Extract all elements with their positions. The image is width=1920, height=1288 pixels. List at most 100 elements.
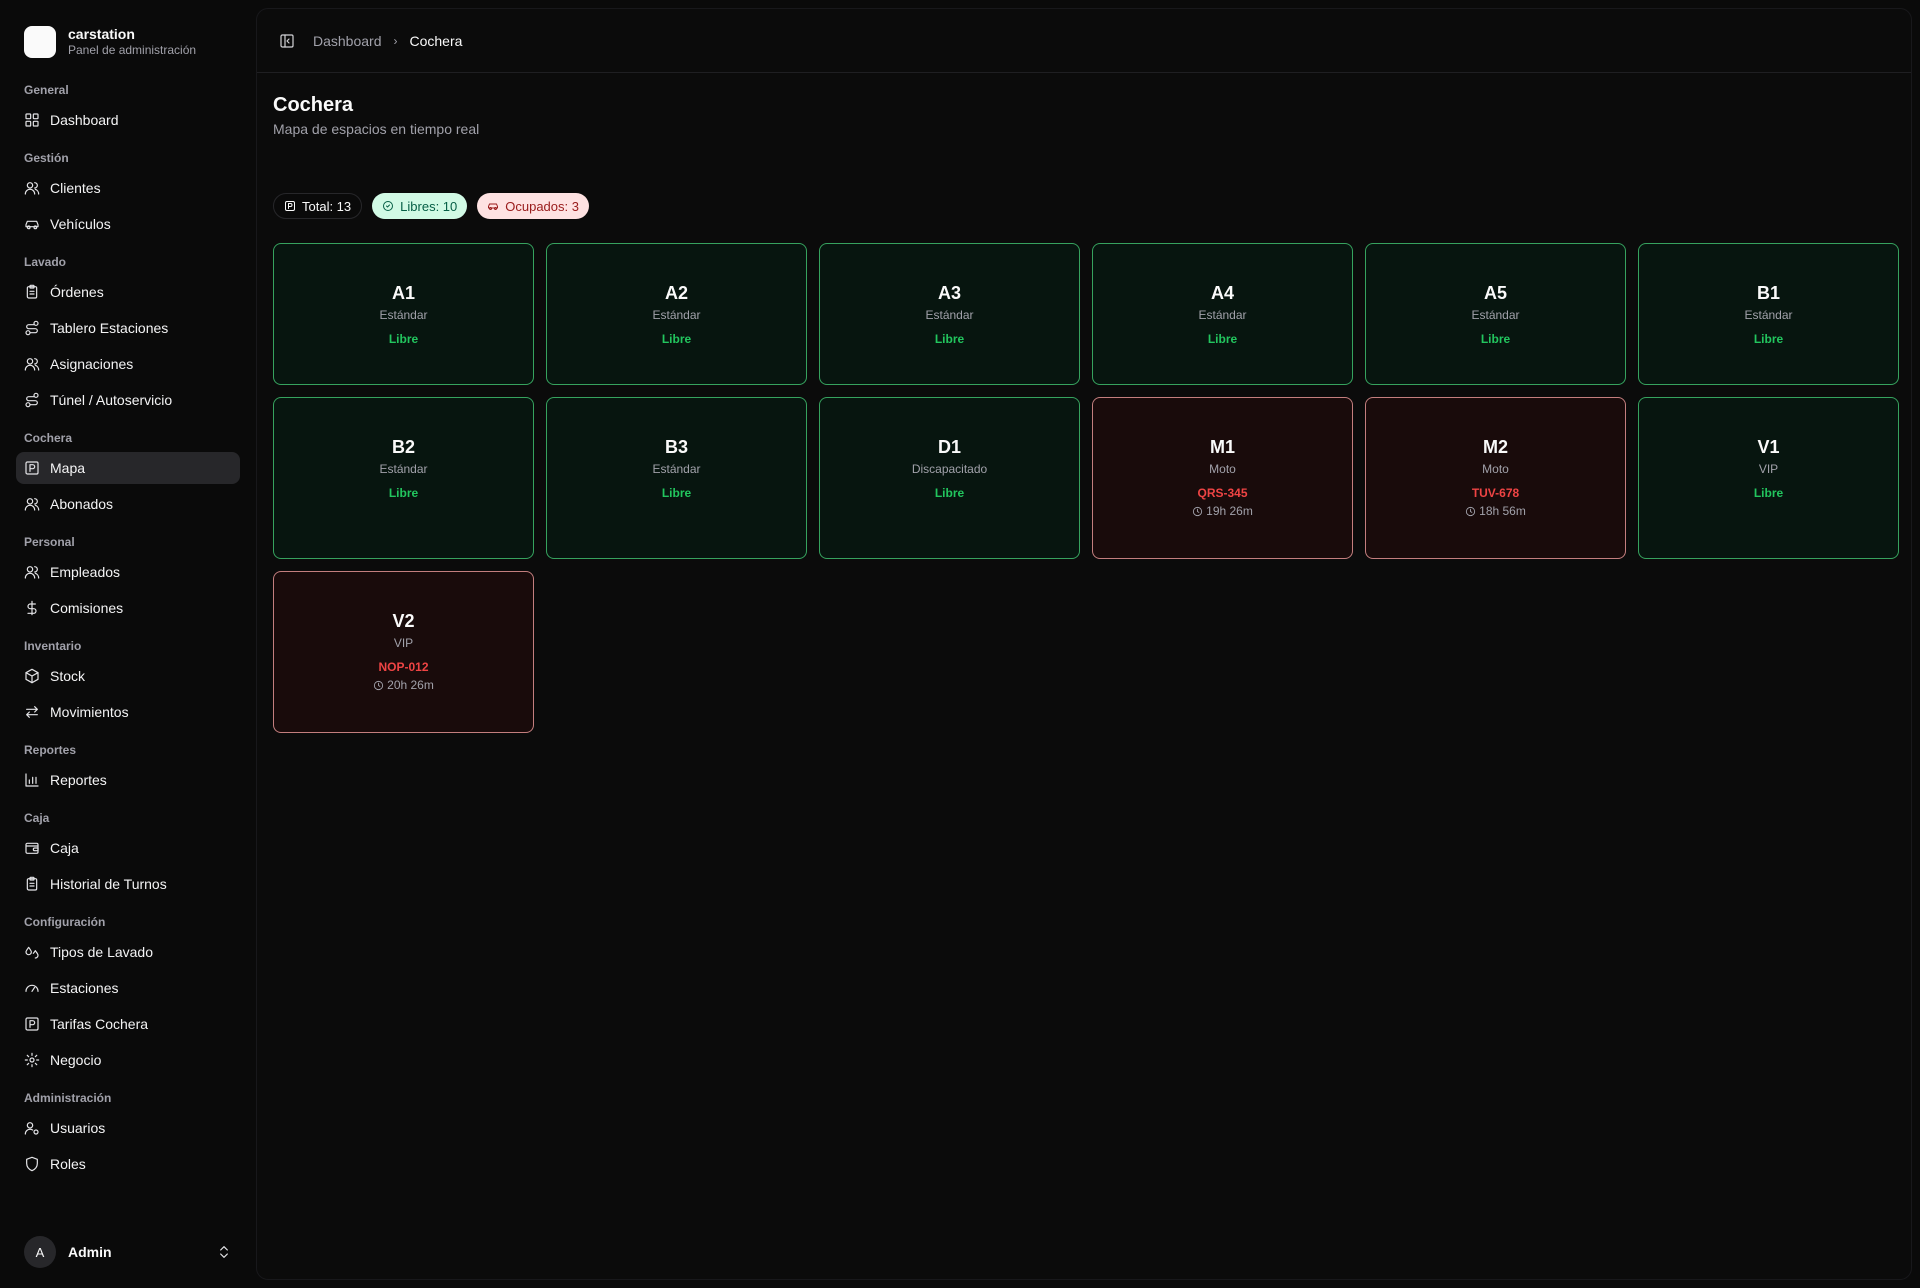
spot-plate: NOP-012 — [378, 660, 429, 674]
user-menu-button[interactable]: A Admin — [16, 1230, 240, 1274]
spot-plate: TUV-678 — [1471, 486, 1520, 500]
sidebar-item-label: Abonados — [50, 496, 114, 512]
total-badge: Total: 13 — [273, 193, 363, 219]
spot-type: Estándar — [1471, 308, 1520, 322]
chevrons-up-down-icon — [220, 1246, 228, 1258]
nav-label-lavado: Lavado — [24, 255, 67, 269]
sidebar-item-vehiculos[interactable]: Vehículos — [16, 208, 240, 240]
total-label: Total: 13 — [302, 198, 352, 214]
sidebar-item-caja[interactable]: Caja — [16, 832, 240, 864]
spot-code: B3 — [664, 437, 688, 457]
sidebar-item-tarifas-cochera[interactable]: Tarifas Cochera — [16, 1008, 240, 1040]
sidebar-item-tunel[interactable]: Túnel / Autoservicio — [16, 384, 240, 416]
sidebar-item-mapa[interactable]: Mapa — [16, 452, 240, 484]
occupied-badge: Ocupados: 3 — [477, 193, 589, 219]
sidebar-item-stock[interactable]: Stock — [16, 660, 240, 692]
spot-code: B1 — [1756, 283, 1780, 303]
sidebar-item-estaciones[interactable]: Estaciones — [16, 972, 240, 1004]
parking-spot-b3[interactable]: B3 Estándar Libre — [546, 397, 807, 559]
spot-plate: QRS-345 — [1197, 486, 1248, 500]
sidebar-item-reportes[interactable]: Reportes — [16, 764, 240, 796]
spot-status: Libre — [934, 486, 965, 500]
parking-grid: A1 Estándar Libre A2 Estándar Libre A3 E… — [273, 243, 1899, 733]
nav-group-inventario: Inventario Stock Movimientos — [16, 634, 240, 728]
nav-label-configuracion: Configuración — [24, 915, 106, 929]
page-content: Cochera Mapa de espacios en tiempo real … — [257, 73, 1911, 749]
spot-elapsed: 18h 56m — [1465, 504, 1526, 518]
parking-spot-a4[interactable]: A4 Estándar Libre — [1092, 243, 1353, 385]
parking-spot-d1[interactable]: D1 Discapacitado Libre — [819, 397, 1080, 559]
sidebar-item-abonados[interactable]: Abonados — [16, 488, 240, 520]
spot-status: Libre — [1480, 332, 1511, 346]
sidebar-item-ordenes[interactable]: Órdenes — [16, 276, 240, 308]
sidebar-item-roles[interactable]: Roles — [16, 1148, 240, 1180]
brand-logo — [24, 26, 56, 58]
elapsed-time: 19h 26m — [1206, 504, 1253, 518]
car-icon — [25, 220, 39, 230]
sidebar-item-clientes[interactable]: Clientes — [16, 172, 240, 204]
nav-label-reportes: Reportes — [24, 743, 77, 757]
elapsed-time: 18h 56m — [1479, 504, 1526, 518]
parking-spot-v2[interactable]: V2 VIP NOP-012 20h 26m — [273, 571, 534, 733]
spot-type: Estándar — [925, 308, 974, 322]
occupied-label: Ocupados: 3 — [505, 198, 579, 214]
sidebar-item-label: Tipos de Lavado — [50, 944, 153, 960]
parking-spot-a3[interactable]: A3 Estándar Libre — [819, 243, 1080, 385]
parking-spot-m2[interactable]: M2 Moto TUV-678 18h 56m — [1365, 397, 1626, 559]
nav-group-lavado: Lavado Órdenes Tablero Estaciones Asigna… — [16, 250, 240, 416]
sidebar-item-usuarios[interactable]: Usuarios — [16, 1112, 240, 1144]
spot-status: Libre — [388, 332, 419, 346]
spot-status: Libre — [934, 332, 965, 346]
arrows-exchange-icon — [26, 706, 38, 718]
nav-group-gestion: Gestión Clientes Vehículos — [16, 146, 240, 240]
sidebar-item-label: Movimientos — [50, 704, 129, 720]
circle-check-icon — [383, 201, 394, 211]
brand[interactable]: carstation Panel de administración — [16, 16, 240, 68]
clock-icon — [1193, 506, 1203, 516]
clock-icon — [1466, 506, 1476, 516]
spot-type: Estándar — [1198, 308, 1247, 322]
spot-status: Libre — [661, 486, 692, 500]
sidebar-item-empleados[interactable]: Empleados — [16, 556, 240, 588]
nav-label-personal: Personal — [24, 535, 75, 549]
sidebar-item-tipos-lavado[interactable]: Tipos de Lavado — [16, 936, 240, 968]
sidebar-item-label: Historial de Turnos — [50, 876, 167, 892]
sidebar-item-label: Usuarios — [50, 1120, 106, 1136]
chevron-right-icon: › — [393, 33, 398, 48]
spot-type: Estándar — [652, 462, 701, 476]
elapsed-time: 20h 26m — [387, 678, 434, 692]
parking-spot-b2[interactable]: B2 Estándar Libre — [273, 397, 534, 559]
user-name: Admin — [68, 1244, 112, 1260]
breadcrumb-dashboard-link[interactable]: Dashboard — [313, 33, 382, 49]
sidebar-item-label: Estaciones — [50, 980, 119, 996]
users-icon — [24, 566, 40, 579]
parking-spot-a1[interactable]: A1 Estándar Libre — [273, 243, 534, 385]
dollar-icon — [27, 600, 37, 616]
sidebar-item-comisiones[interactable]: Comisiones — [16, 592, 240, 624]
clock-icon — [374, 680, 384, 690]
parking-icon — [285, 201, 295, 211]
sidebar-item-historial-turnos[interactable]: Historial de Turnos — [16, 868, 240, 900]
parking-spot-a2[interactable]: A2 Estándar Libre — [546, 243, 807, 385]
nav-group-general: General Dashboard — [16, 78, 240, 136]
brand-text: carstation Panel de administración — [68, 26, 196, 57]
parking-spot-a5[interactable]: A5 Estándar Libre — [1365, 243, 1626, 385]
page-title: Cochera — [273, 94, 354, 116]
spot-elapsed: 20h 26m — [373, 678, 434, 692]
spot-type: VIP — [1758, 462, 1779, 476]
sidebar-item-asignaciones[interactable]: Asignaciones — [16, 348, 240, 380]
spot-status: Libre — [1753, 486, 1784, 500]
parking-spot-b1[interactable]: B1 Estándar Libre — [1638, 243, 1899, 385]
sidebar-item-movimientos[interactable]: Movimientos — [16, 696, 240, 728]
parking-spot-v1[interactable]: V1 VIP Libre — [1638, 397, 1899, 559]
sidebar-item-negocio[interactable]: Negocio — [16, 1044, 240, 1076]
parking-spot-m1[interactable]: M1 Moto QRS-345 19h 26m — [1092, 397, 1353, 559]
sidebar-toggle-button[interactable] — [273, 27, 301, 55]
spot-type: Estándar — [379, 462, 428, 476]
sidebar-item-dashboard[interactable]: Dashboard — [16, 104, 240, 136]
sidebar-item-label: Caja — [50, 840, 79, 856]
spot-type: Estándar — [1744, 308, 1793, 322]
sidebar-item-label: Comisiones — [50, 600, 124, 616]
sidebar-item-tablero-estaciones[interactable]: Tablero Estaciones — [16, 312, 240, 344]
sidebar-item-label: Clientes — [50, 180, 101, 196]
